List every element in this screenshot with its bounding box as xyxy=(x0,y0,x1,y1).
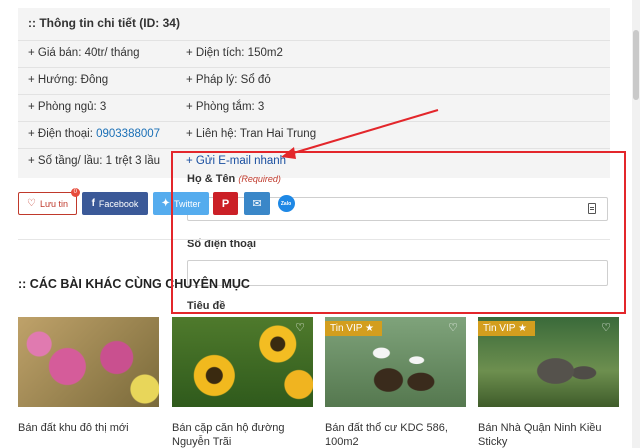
card-title[interactable]: Bán đất khu đô thị mới xyxy=(18,421,159,435)
card-image[interactable]: Tin VIP ★ ♡ xyxy=(325,317,466,407)
detail-title: :: Thông tin chi tiết (ID: 34) xyxy=(28,16,180,30)
area-field: + Diện tích: 150m2 xyxy=(186,47,283,59)
price-field: + Giá bán: 40tr/ tháng xyxy=(28,47,140,59)
card-title[interactable]: Bán cặp căn hộ đường Nguyễn Trãi xyxy=(172,421,313,448)
contact-field: + Liên hệ: Tran Hai Trung xyxy=(186,128,317,140)
vip-badge: Tin VIP ★ xyxy=(478,321,535,336)
heart-icon: ♡ xyxy=(26,198,36,209)
page-scrollbar[interactable] xyxy=(632,0,640,448)
facebook-label: Facebook xyxy=(98,198,139,209)
related-card[interactable]: Bán đất khu đô thị mới xyxy=(18,317,159,435)
detail-row: + Giá bán: 40tr/ tháng + Diện tích: 150m… xyxy=(18,40,610,67)
bathrooms-field: + Phòng tắm: 3 xyxy=(186,101,265,113)
annotation-highlight-box xyxy=(171,151,626,314)
card-image[interactable]: ♡ xyxy=(172,317,313,407)
favorite-heart-icon[interactable]: ♡ xyxy=(448,321,458,334)
facebook-share-button[interactable]: f Facebook xyxy=(82,192,148,215)
vip-badge: Tin VIP ★ xyxy=(325,321,382,336)
detail-row: + Điện thoại: 0903388007 + Liên hệ: Tran… xyxy=(18,121,610,148)
related-card[interactable]: ♡ Bán cặp căn hộ đường Nguyễn Trãi xyxy=(172,317,313,448)
direction-field: + Hướng: Đông xyxy=(28,74,109,86)
twitter-icon: ✦ xyxy=(161,198,170,209)
related-card[interactable]: Tin VIP ★ ♡ Bán Nhà Quận Ninh Kiều Stick… xyxy=(478,317,619,448)
phone-link[interactable]: 0903388007 xyxy=(96,128,160,140)
scrollbar-thumb[interactable] xyxy=(633,30,639,100)
phone-field: + Điện thoại: 0903388007 xyxy=(28,128,160,140)
save-count-badge: 0 xyxy=(70,188,80,197)
card-title[interactable]: Bán Nhà Quận Ninh Kiều Sticky xyxy=(478,421,619,448)
floors-field: + Số tầng/ lầu: 1 trệt 3 lầu xyxy=(28,155,161,167)
card-image[interactable]: Tin VIP ★ ♡ xyxy=(478,317,619,407)
phone-label: + Điện thoại: xyxy=(28,128,97,140)
favorite-heart-icon[interactable]: ♡ xyxy=(295,321,305,334)
save-listing-button[interactable]: ♡ Lưu tin 0 xyxy=(18,188,80,215)
save-label: Lưu tin xyxy=(39,198,68,209)
detail-row: + Hướng: Đông + Pháp lý: Sổ đỏ xyxy=(18,67,610,94)
legal-field: + Pháp lý: Sổ đỏ xyxy=(186,74,271,86)
facebook-icon: f xyxy=(91,198,95,209)
card-title[interactable]: Bán đất thổ cư KDC 586, 100m2 xyxy=(325,421,466,448)
card-image[interactable] xyxy=(18,317,159,407)
related-card[interactable]: Tin VIP ★ ♡ Bán đất thổ cư KDC 586, 100m… xyxy=(325,317,466,448)
favorite-heart-icon[interactable]: ♡ xyxy=(601,321,611,334)
bedrooms-field: + Phòng ngủ: 3 xyxy=(28,101,107,113)
detail-row: + Phòng ngủ: 3 + Phòng tắm: 3 xyxy=(18,94,610,121)
